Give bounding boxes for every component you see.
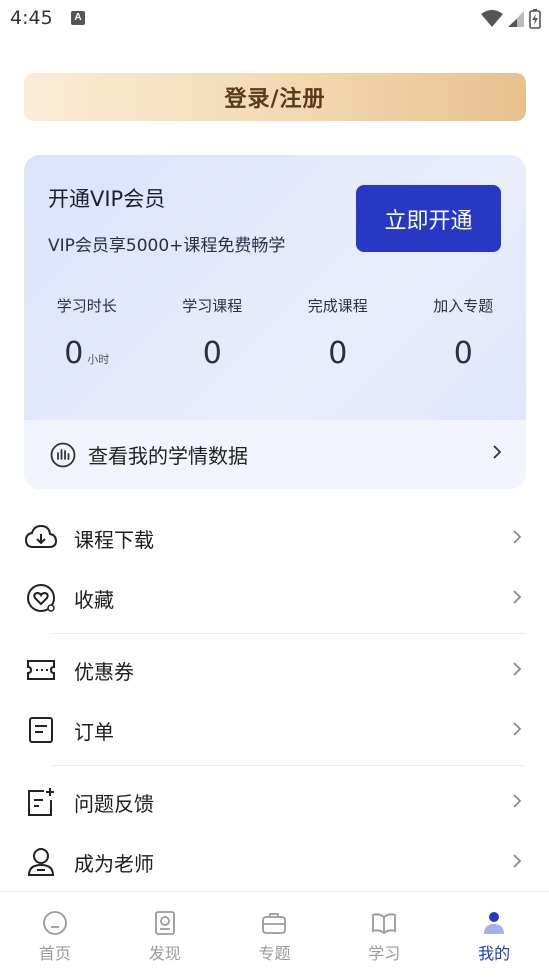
teacher-icon — [24, 845, 58, 879]
stat-label: 学习时长 — [56, 297, 117, 315]
nav-label: 我的 — [478, 944, 511, 963]
nav-discover[interactable]: 发现 — [110, 892, 220, 978]
menu-label: 课程下载 — [74, 527, 154, 552]
stat-value: 0 — [202, 336, 222, 371]
menu-label: 收藏 — [74, 587, 114, 612]
study-data-link[interactable]: 查看我的学情数据 — [24, 420, 526, 489]
stat-unit: 小时 — [87, 353, 110, 366]
menu-item-become-teacher[interactable]: 成为老师 — [24, 832, 526, 892]
stat-completed-courses[interactable]: 完成课程 0 — [275, 295, 401, 395]
chevron-right-icon — [513, 722, 522, 736]
stat-study-courses[interactable]: 学习课程 0 — [150, 295, 276, 395]
notification-a-icon: A — [71, 11, 85, 25]
nav-study[interactable]: 学习 — [329, 892, 439, 978]
wifi-icon — [481, 10, 503, 27]
stat-value: 0 — [453, 336, 473, 371]
menu-item-feedback[interactable]: 问题反馈 — [24, 772, 526, 832]
status-time: 4:45 — [10, 7, 53, 29]
chevron-right-icon — [513, 590, 522, 604]
menu-label: 订单 — [74, 719, 114, 744]
stats-row: 学习时长 0 小时 学习课程 0 完成课程 0 加入专题 0 — [24, 295, 526, 395]
signal-icon — [508, 11, 524, 27]
vip-title: 开通VIP会员 — [48, 187, 166, 211]
nav-home[interactable]: 首页 — [0, 892, 110, 978]
menu-divider — [52, 633, 526, 634]
topic-icon — [262, 913, 287, 934]
chevron-right-icon — [513, 530, 522, 544]
bottom-nav: 首页 发现 专题 学习 我的 — [0, 891, 549, 978]
menu-label: 成为老师 — [74, 851, 154, 876]
vip-open-button[interactable]: 立即开通 — [356, 185, 501, 252]
chart-circle-icon — [50, 442, 76, 467]
feedback-icon — [24, 785, 58, 819]
menu-label: 优惠券 — [74, 659, 134, 684]
chevron-right-icon — [513, 794, 522, 808]
stat-value: 0 — [328, 336, 348, 371]
stat-label: 学习课程 — [182, 297, 243, 315]
menu-divider — [52, 765, 526, 766]
menu-item-coupons[interactable]: 优惠券 — [24, 640, 526, 700]
battery-icon — [529, 9, 541, 29]
menu-item-course-download[interactable]: 课程下载 — [24, 508, 526, 568]
status-icons — [481, 7, 541, 31]
home-icon — [42, 911, 67, 935]
stat-label: 完成课程 — [307, 297, 368, 315]
ticket-icon — [24, 653, 58, 687]
cloud-download-icon — [24, 521, 58, 555]
stat-label: 加入专题 — [433, 297, 494, 315]
vip-subtitle: VIP会员享5000+课程免费畅学 — [48, 236, 286, 256]
nav-label: 学习 — [368, 944, 401, 963]
chevron-right-icon — [513, 854, 522, 868]
chevron-right-icon — [493, 445, 502, 459]
menu-list: 课程下载 收藏 优惠券 订单 问题反馈 成为老师 — [24, 508, 526, 892]
stat-joined-topics[interactable]: 加入专题 0 — [401, 295, 527, 395]
heart-icon — [24, 581, 58, 615]
status-bar: 4:45 A — [0, 0, 549, 38]
vip-card: 开通VIP会员 VIP会员享5000+课程免费畅学 立即开通 学习时长 0 小时 … — [24, 155, 526, 489]
nav-label: 专题 — [258, 944, 291, 963]
discover-icon — [154, 911, 175, 935]
nav-topics[interactable]: 专题 — [220, 892, 330, 978]
order-icon — [24, 713, 58, 747]
profile-icon — [484, 912, 505, 934]
chevron-right-icon — [513, 662, 522, 676]
study-icon — [372, 913, 397, 935]
stat-study-time[interactable]: 学习时长 0 小时 — [24, 295, 150, 395]
nav-label: 首页 — [38, 944, 71, 963]
nav-profile[interactable]: 我的 — [439, 892, 549, 978]
nav-label: 发现 — [148, 944, 181, 963]
study-data-label: 查看我的学情数据 — [88, 444, 248, 468]
menu-item-orders[interactable]: 订单 — [24, 700, 526, 760]
menu-item-favorites[interactable]: 收藏 — [24, 568, 526, 628]
menu-label: 问题反馈 — [74, 791, 154, 816]
login-register-button[interactable]: 登录/注册 — [24, 73, 526, 121]
stat-value: 0 — [64, 336, 84, 371]
